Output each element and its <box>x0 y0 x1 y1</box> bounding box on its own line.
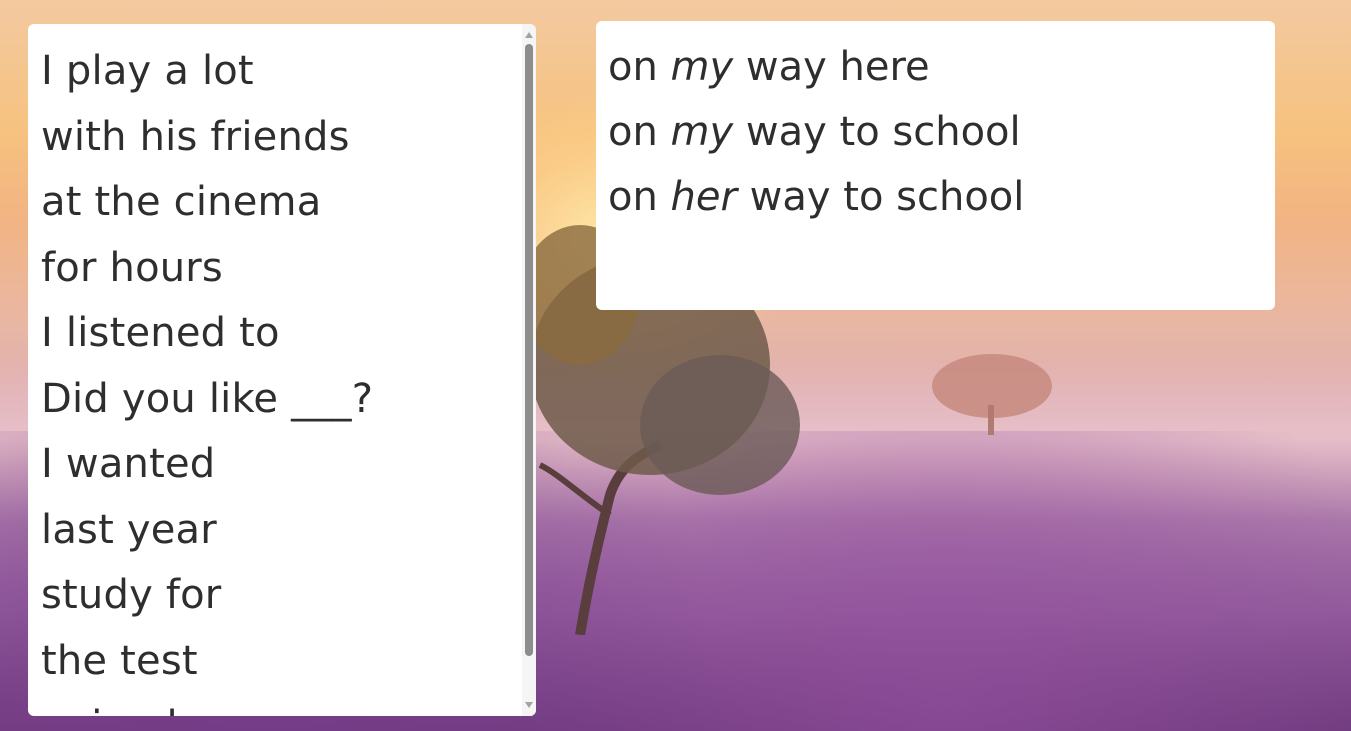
list-item[interactable]: for hours <box>41 236 536 302</box>
phrase-list: I play a lot with his friends at the cin… <box>28 24 536 716</box>
small-tree <box>932 354 1052 435</box>
list-item[interactable]: Did you like ___? <box>41 367 536 433</box>
list-item[interactable]: I listened to <box>41 301 536 367</box>
scroll-down-arrow-icon[interactable] <box>525 702 533 708</box>
list-item[interactable]: at the cinema <box>41 170 536 236</box>
phrase-prefix: on <box>608 44 671 90</box>
list-item[interactable]: last year <box>41 498 536 564</box>
phrase-suffix: way here <box>733 44 930 90</box>
phrase-suffix: way to school <box>736 174 1025 220</box>
phrase-prefix: on <box>608 109 671 155</box>
scroll-up-arrow-icon[interactable] <box>525 32 533 38</box>
phrase-suffix: way to school <box>733 109 1021 155</box>
vertical-scrollbar[interactable] <box>522 24 536 716</box>
phrase-prefix: on <box>608 174 671 220</box>
list-item[interactable]: I play a lot <box>41 39 536 105</box>
list-item[interactable]: going home <box>41 694 536 716</box>
list-item[interactable]: study for <box>41 563 536 629</box>
phrase-emphasis: my <box>670 109 734 155</box>
way-phrase-list: on my way here on my way to school on he… <box>596 21 1275 230</box>
list-item[interactable]: on her way to school <box>608 165 1275 230</box>
list-item[interactable]: on my way to school <box>608 100 1275 165</box>
phrase-list-panel[interactable]: I play a lot with his friends at the cin… <box>28 24 536 716</box>
list-item[interactable]: the test <box>41 629 536 695</box>
list-item[interactable]: with his friends <box>41 105 536 171</box>
list-item[interactable]: I wanted <box>41 432 536 498</box>
way-phrases-panel: on my way here on my way to school on he… <box>596 21 1275 310</box>
list-item[interactable]: on my way here <box>608 35 1275 100</box>
phrase-emphasis: her <box>670 174 737 220</box>
scroll-thumb[interactable] <box>525 44 533 656</box>
phrase-emphasis: my <box>670 44 734 90</box>
